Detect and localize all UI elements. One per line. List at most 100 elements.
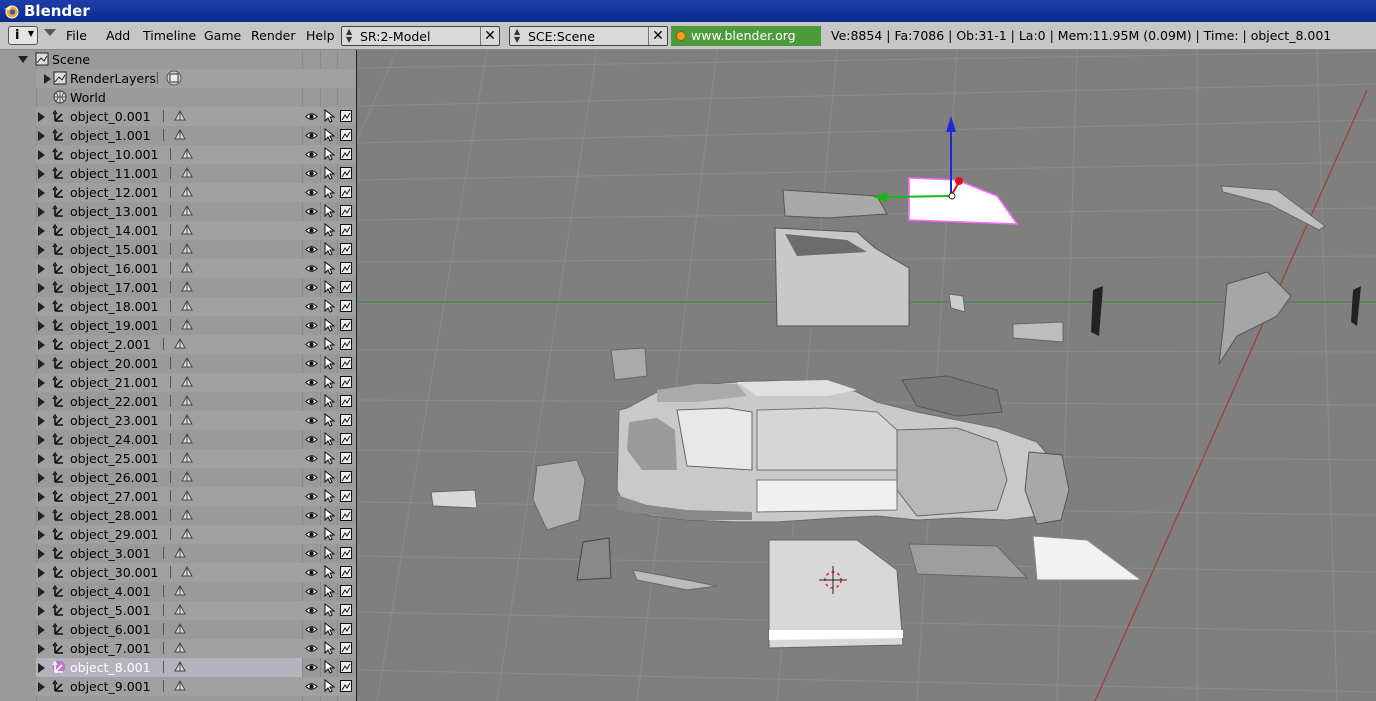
- mesh-icon[interactable]: [180, 356, 194, 370]
- selected-object-mesh[interactable]: [908, 177, 1019, 225]
- cursor-icon[interactable]: [323, 565, 335, 579]
- cursor-icon[interactable]: [323, 261, 335, 275]
- render-icon[interactable]: [340, 186, 352, 198]
- cursor-icon[interactable]: [323, 451, 335, 465]
- eye-icon[interactable]: [305, 376, 318, 389]
- mesh-icon[interactable]: [180, 166, 194, 180]
- eye-icon[interactable]: [305, 585, 318, 598]
- render-icon[interactable]: [340, 604, 352, 616]
- object-name[interactable]: object_24.001: [70, 432, 159, 447]
- object-name[interactable]: object_4.001: [70, 584, 151, 599]
- eye-icon[interactable]: [305, 262, 318, 275]
- outliner-object-row[interactable]: object_22.001: [0, 392, 356, 411]
- roof-panel-mesh[interactable]: [782, 189, 888, 219]
- expand-triangle-icon[interactable]: [38, 378, 45, 388]
- cursor-icon[interactable]: [323, 546, 335, 560]
- expand-triangle-icon[interactable]: [38, 416, 45, 426]
- expand-triangle-icon[interactable]: [38, 682, 45, 692]
- outliner-object-row[interactable]: object_26.001: [0, 468, 356, 487]
- cursor-icon[interactable]: [323, 128, 335, 142]
- cursor-icon[interactable]: [323, 622, 335, 636]
- mesh-icon[interactable]: [180, 508, 194, 522]
- object-name[interactable]: object_3.001: [70, 546, 151, 561]
- outliner-object-row[interactable]: object_12.001: [0, 183, 356, 202]
- eye-icon[interactable]: [305, 167, 318, 180]
- part-mesh[interactable]: [1091, 286, 1103, 336]
- cursor-icon[interactable]: [323, 413, 335, 427]
- object-name[interactable]: object_14.001: [70, 223, 159, 238]
- expand-triangle-icon[interactable]: [38, 435, 45, 445]
- object-name[interactable]: object_29.001: [70, 527, 159, 542]
- cursor-icon[interactable]: [323, 242, 335, 256]
- eye-icon[interactable]: [305, 528, 318, 541]
- expand-triangle-icon[interactable]: [38, 340, 45, 350]
- object-name[interactable]: object_7.001: [70, 641, 151, 656]
- eye-icon[interactable]: [305, 642, 318, 655]
- object-name[interactable]: object_9.001: [70, 679, 151, 694]
- outliner-object-row[interactable]: object_21.001: [0, 373, 356, 392]
- mesh-icon[interactable]: [180, 223, 194, 237]
- render-icon[interactable]: [340, 319, 352, 331]
- cursor-icon[interactable]: [323, 603, 335, 617]
- render-icon[interactable]: [340, 471, 352, 483]
- object-name[interactable]: object_16.001: [70, 261, 159, 276]
- cursor-icon[interactable]: [323, 356, 335, 370]
- object-name[interactable]: object_20.001: [70, 356, 159, 371]
- renderlayers-label[interactable]: RenderLayers: [70, 71, 156, 86]
- expand-triangle-icon[interactable]: [38, 169, 45, 179]
- mesh-icon[interactable]: [173, 109, 187, 123]
- expand-triangle-icon[interactable]: [38, 606, 45, 616]
- mesh-icon[interactable]: [173, 603, 187, 617]
- outliner-object-row[interactable]: object_23.001: [0, 411, 356, 430]
- mesh-icon[interactable]: [173, 546, 187, 560]
- menu-help[interactable]: Help: [306, 28, 335, 43]
- outliner-panel[interactable]: Scene RenderLayers World object_0.001 obj…: [0, 50, 357, 701]
- object-name[interactable]: object_28.001: [70, 508, 159, 523]
- cursor-icon[interactable]: [323, 147, 335, 161]
- mesh-icon[interactable]: [180, 413, 194, 427]
- outliner-object-row[interactable]: object_7.001: [0, 639, 356, 658]
- render-icon[interactable]: [340, 129, 352, 141]
- menu-timeline[interactable]: Timeline: [143, 28, 196, 43]
- render-icon[interactable]: [340, 395, 352, 407]
- render-icon[interactable]: [340, 205, 352, 217]
- object-name[interactable]: object_8.001: [70, 660, 151, 675]
- expand-triangle-icon[interactable]: [38, 188, 45, 198]
- object-name[interactable]: object_23.001: [70, 413, 159, 428]
- object-name[interactable]: object_22.001: [70, 394, 159, 409]
- render-icon[interactable]: [340, 509, 352, 521]
- handle-mesh[interactable]: [948, 293, 966, 313]
- mesh-icon[interactable]: [180, 185, 194, 199]
- outliner-world-row[interactable]: World: [0, 88, 356, 107]
- object-name[interactable]: object_10.001: [70, 147, 159, 162]
- cursor-icon[interactable]: [323, 280, 335, 294]
- cursor-icon[interactable]: [323, 394, 335, 408]
- screen-name[interactable]: SR:2-Model: [360, 29, 430, 44]
- outliner-object-row[interactable]: object_28.001: [0, 506, 356, 525]
- screen-selector[interactable]: ▲ ▼ SR:2-Model ✕: [341, 26, 500, 46]
- mesh-icon[interactable]: [180, 565, 194, 579]
- updown-arrows-icon[interactable]: ▲ ▼: [514, 28, 520, 44]
- render-icon[interactable]: [340, 338, 352, 350]
- eye-icon[interactable]: [305, 319, 318, 332]
- outliner-object-row[interactable]: object_0.001: [0, 107, 356, 126]
- mesh-icon[interactable]: [180, 242, 194, 256]
- render-icon[interactable]: [340, 110, 352, 122]
- eye-icon[interactable]: [305, 243, 318, 256]
- eye-icon[interactable]: [305, 281, 318, 294]
- mesh-icon[interactable]: [173, 622, 187, 636]
- mesh-icon[interactable]: [180, 527, 194, 541]
- mesh-icon[interactable]: [180, 261, 194, 275]
- mesh-icon[interactable]: [180, 280, 194, 294]
- expand-triangle-icon[interactable]: [38, 226, 45, 236]
- outliner-object-row[interactable]: object_2.001: [0, 335, 356, 354]
- expand-triangle-icon[interactable]: [38, 397, 45, 407]
- render-icon[interactable]: [340, 376, 352, 388]
- eye-icon[interactable]: [305, 205, 318, 218]
- object-name[interactable]: object_27.001: [70, 489, 159, 504]
- eye-icon[interactable]: [305, 414, 318, 427]
- cursor-icon[interactable]: [323, 223, 335, 237]
- outliner-object-row[interactable]: object_16.001: [0, 259, 356, 278]
- eye-icon[interactable]: [305, 547, 318, 560]
- object-name[interactable]: object_30.001: [70, 565, 159, 580]
